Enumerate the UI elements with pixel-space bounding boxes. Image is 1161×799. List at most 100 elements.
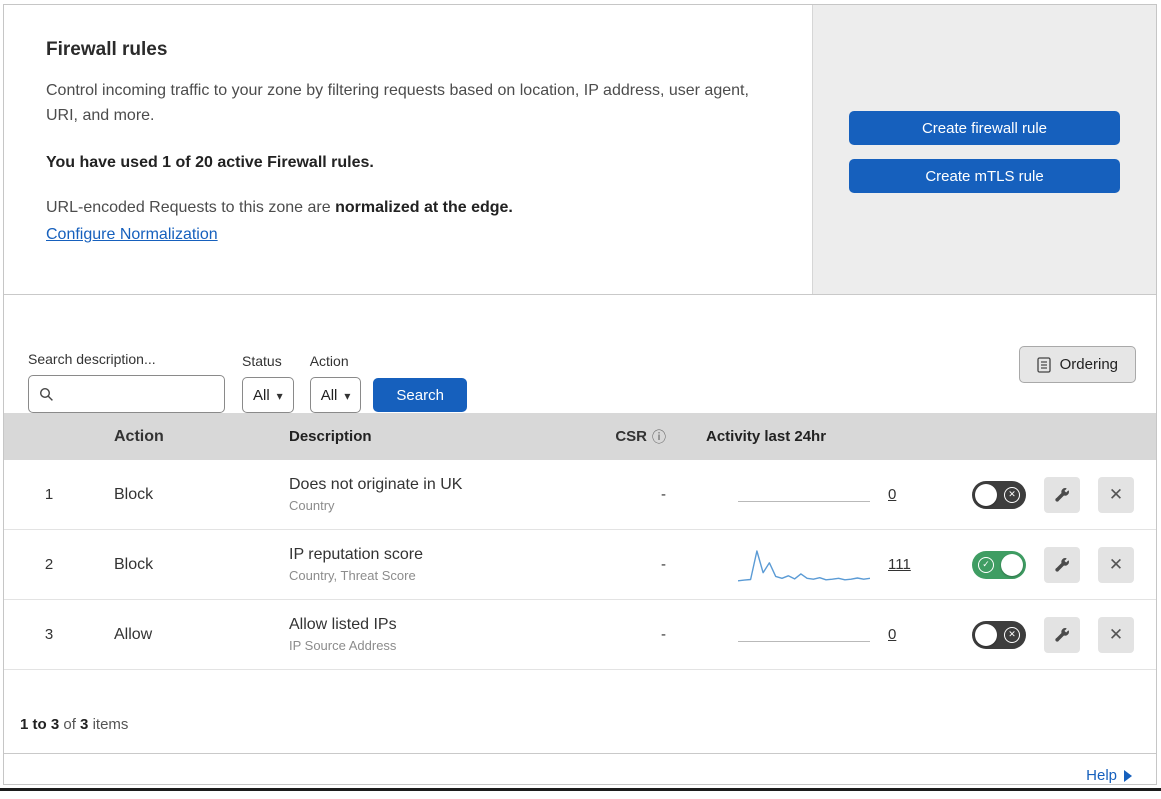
activity-count-link[interactable]: 111	[888, 556, 911, 573]
normalization-note-bold: normalized at the edge.	[335, 198, 513, 216]
toggle-state-icon	[1004, 626, 1020, 643]
activity-count-link[interactable]: 0	[888, 486, 896, 503]
search-input-box[interactable]	[28, 375, 225, 413]
column-header-csr: CSR	[578, 427, 678, 447]
rule-controls	[928, 476, 1156, 513]
firewall-rules-header-card: Firewall rules Control incoming traffic …	[4, 5, 1156, 295]
chevron-down-icon	[344, 387, 350, 404]
action-filter-value: All	[320, 386, 338, 404]
rule-controls	[928, 616, 1156, 653]
edit-rule-button[interactable]	[1044, 476, 1080, 513]
table-row: 1 Block Does not originate in UK Country…	[4, 460, 1156, 530]
status-filter-field: Status All	[242, 353, 294, 413]
rule-description: Allow listed IPs	[289, 616, 397, 633]
edit-rule-button[interactable]	[1044, 616, 1080, 653]
edit-rule-button[interactable]	[1044, 546, 1080, 583]
rule-activity-cell: 0	[678, 616, 928, 654]
csr-header-label: CSR	[615, 428, 647, 445]
activity-sparkline	[738, 616, 870, 654]
rule-activity-cell: 0	[678, 476, 928, 514]
ordering-button-label: Ordering	[1059, 356, 1118, 373]
activity-sparkline	[738, 476, 870, 514]
toggle-knob	[1001, 553, 1023, 576]
items-of-text: of	[63, 716, 76, 733]
search-button[interactable]: Search	[373, 378, 467, 412]
rule-description-cell: Does not originate in UK Country	[269, 476, 578, 513]
delete-rule-button[interactable]	[1098, 616, 1134, 653]
search-label: Search description...	[28, 351, 156, 367]
activity-count-link[interactable]: 0	[888, 626, 896, 643]
header-text-area: Firewall rules Control incoming traffic …	[4, 5, 812, 294]
items-total: 3	[80, 716, 89, 733]
column-header-action: Action	[114, 427, 164, 445]
table-header-row: Action Description CSR Activity last 24h…	[4, 413, 1156, 460]
rule-priority: 3	[44, 626, 54, 643]
ordering-list-icon	[1036, 356, 1051, 373]
rule-match-fields: IP Source Address	[289, 638, 397, 653]
firewall-rules-page: Firewall rules Control incoming traffic …	[3, 4, 1157, 785]
ordering-button[interactable]: Ordering	[1018, 346, 1136, 383]
page-description: Control incoming traffic to your zone by…	[46, 82, 749, 125]
rule-csr-value: -	[661, 626, 666, 643]
filter-toolbar: Search description... Status All Action …	[4, 295, 1156, 413]
chevron-down-icon	[277, 387, 283, 404]
usage-summary: You have used 1 of 20 active Firewall ru…	[46, 153, 374, 171]
items-count: 1 to 3 of 3 items	[4, 670, 1156, 753]
rule-action: Allow	[114, 625, 153, 643]
status-filter-value: All	[253, 386, 270, 404]
close-icon	[1109, 626, 1123, 643]
help-arrow-icon	[1124, 769, 1132, 782]
column-header-description: Description	[289, 428, 372, 445]
search-field: Search description...	[28, 351, 225, 413]
delete-rule-button[interactable]	[1098, 546, 1134, 583]
toggle-state-icon	[1004, 486, 1020, 503]
search-icon	[39, 387, 54, 402]
table-row: 2 Block IP reputation score Country, Thr…	[4, 530, 1156, 600]
rule-description: Does not originate in UK	[289, 476, 463, 493]
status-filter-dropdown[interactable]: All	[242, 377, 294, 413]
toggle-knob	[975, 623, 997, 646]
toggle-knob	[975, 483, 997, 506]
toggle-state-icon	[978, 556, 994, 573]
rule-enabled-toggle[interactable]	[972, 480, 1026, 509]
table-row: 3 Allow Allow listed IPs IP Source Addre…	[4, 600, 1156, 670]
activity-sparkline	[738, 546, 870, 584]
configure-normalization-link[interactable]: Configure Normalization	[46, 226, 218, 244]
rule-description: IP reputation score	[289, 546, 424, 563]
column-header-activity: Activity last 24hr	[706, 428, 827, 445]
rule-match-fields: Country	[289, 498, 335, 513]
rule-priority: 2	[44, 556, 54, 573]
create-mtls-rule-button[interactable]: Create mTLS rule	[849, 159, 1120, 193]
action-filter-field: Action All	[309, 353, 362, 413]
close-icon	[1109, 556, 1123, 573]
rule-activity-cell: 111	[678, 546, 928, 584]
header-actions-panel: Create firewall rule Create mTLS rule	[812, 5, 1156, 294]
close-icon	[1109, 486, 1123, 503]
rule-enabled-toggle[interactable]	[972, 550, 1026, 579]
wrench-icon	[1054, 487, 1070, 502]
status-filter-label: Status	[242, 353, 282, 369]
rule-csr-value: -	[661, 556, 666, 573]
info-icon[interactable]	[652, 427, 666, 447]
normalization-note: URL-encoded Requests to this zone are no…	[46, 199, 770, 217]
action-filter-label: Action	[309, 353, 349, 369]
rule-enabled-toggle[interactable]	[972, 620, 1026, 649]
normalization-note-text: URL-encoded Requests to this zone are	[46, 198, 331, 216]
search-input[interactable]	[62, 385, 214, 403]
rule-csr-value: -	[661, 486, 666, 503]
rule-description-cell: Allow listed IPs IP Source Address	[269, 616, 578, 653]
wrench-icon	[1054, 557, 1070, 572]
delete-rule-button[interactable]	[1098, 476, 1134, 513]
help-row: Help	[4, 753, 1156, 799]
action-filter-dropdown[interactable]: All	[309, 377, 362, 413]
create-firewall-rule-button[interactable]: Create firewall rule	[849, 111, 1120, 145]
rule-match-fields: Country, Threat Score	[289, 568, 416, 583]
items-range: 1 to 3	[20, 716, 60, 733]
page-title: Firewall rules	[46, 39, 168, 60]
browser-viewport: { "header": { "title": "Firewall rules",…	[0, 0, 1161, 791]
rule-controls	[928, 546, 1156, 583]
items-suffix: items	[92, 716, 129, 733]
help-link[interactable]: Help	[1086, 767, 1132, 784]
rule-action: Block	[114, 485, 154, 503]
rule-priority: 1	[44, 486, 54, 503]
